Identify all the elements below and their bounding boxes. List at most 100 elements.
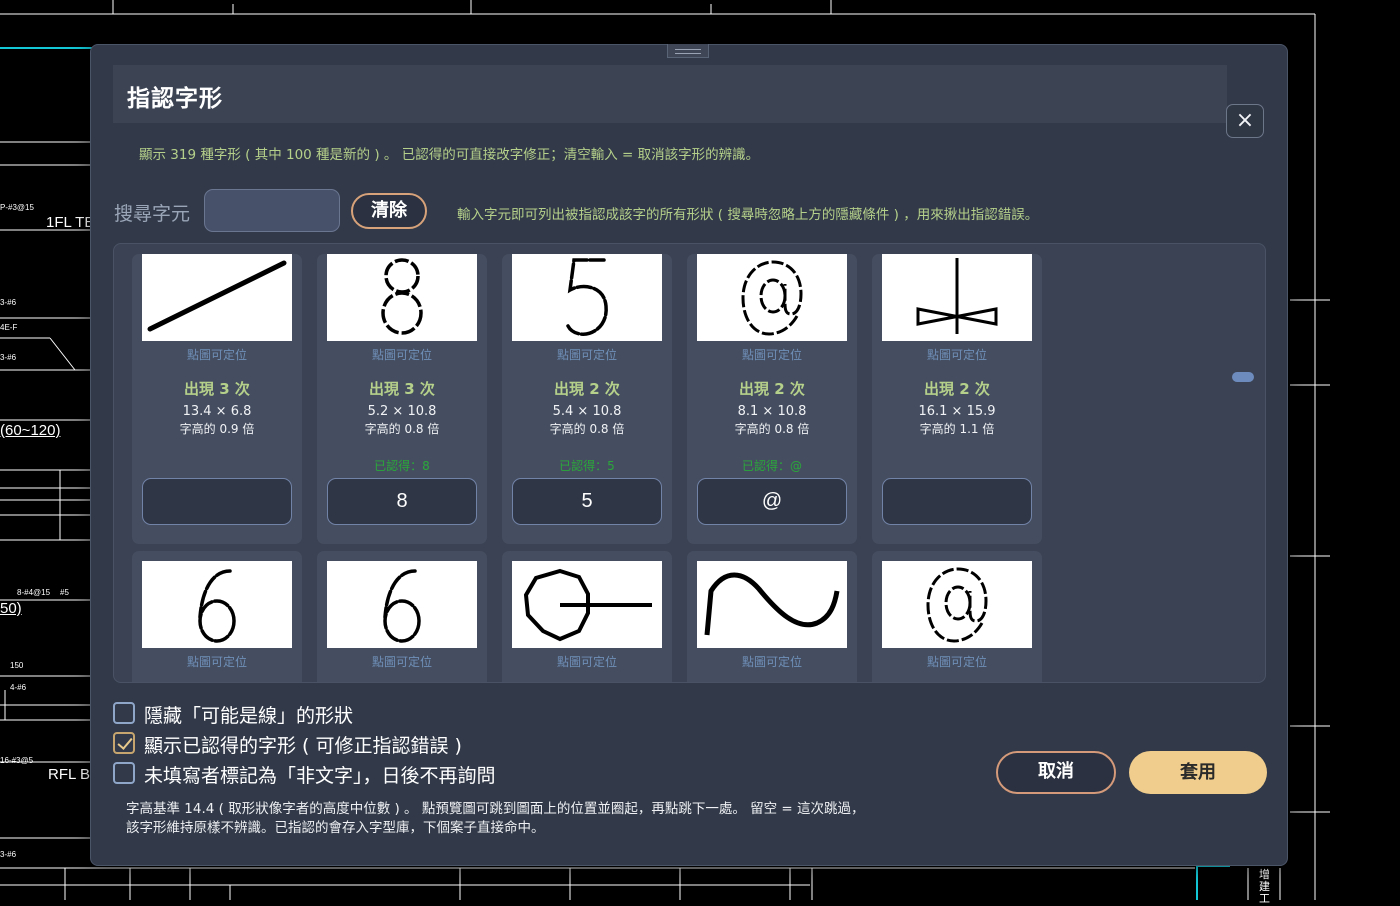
option-label: 隱藏「可能是線」的形狀 <box>144 705 354 727</box>
glyph-size: 13.4 × 6.8 <box>182 404 252 419</box>
glyph-size: 16.1 × 15.9 <box>918 404 996 419</box>
occurrence-count: 出現 2 次 <box>924 380 990 398</box>
glyph-card: 點圖可定位 出現 3 次 13.4 × 6.8 字高的 0.9 倍 <box>132 254 302 544</box>
glyph-preview[interactable] <box>327 561 477 648</box>
option-label: 顯示已認得的字形 ( 可修正指認錯誤 ) <box>144 735 462 757</box>
checkbox-checked[interactable] <box>113 732 135 754</box>
search-hint: 輸入字元即可列出被指認成該字的所有形狀 ( 搜尋時忽略上方的隱藏條件 ) ，用來… <box>457 207 1039 223</box>
footer-line: 該字形維持原樣不辨識。已指認的會存入字型庫，下個案子直接命中。 <box>126 820 545 836</box>
glyph-preview[interactable] <box>512 254 662 341</box>
valve-symbol-icon <box>916 258 998 334</box>
locate-hint: 點圖可定位 <box>556 655 617 669</box>
recognized-status: 已認得：@ <box>741 459 802 473</box>
drag-handle[interactable] <box>667 44 709 58</box>
cad-small-label: P-#3@15 <box>0 203 34 212</box>
glyph-preview[interactable] <box>142 254 292 341</box>
height-ratio: 字高的 1.1 倍 <box>919 422 995 436</box>
glyph-size: 5.4 × 10.8 <box>552 404 622 419</box>
locate-hint: 點圖可定位 <box>556 348 617 362</box>
cad-small-label: 3-#6 <box>0 298 17 307</box>
close-icon: × <box>1235 108 1255 133</box>
line-shape-icon <box>147 260 287 332</box>
glyph-card: 點圖可定位 <box>132 551 302 682</box>
locate-hint: 點圖可定位 <box>186 655 247 669</box>
glyph-card: 點圖可定位 出現 3 次 5.2 × 10.8 字高的 0.8 倍 已認得：8 <box>317 254 487 544</box>
locate-hint: 點圖可定位 <box>741 655 802 669</box>
footer-notes: 字高基準 14.4 ( 取形狀像字者的高度中位數 ) 。 點預覽圖可跳到圖面上的… <box>126 800 865 838</box>
glyph-card: 點圖可定位 <box>317 551 487 682</box>
recognized-status: 已認得：8 <box>374 459 430 473</box>
glyph-preview[interactable] <box>882 254 1032 341</box>
option-label: 未填寫者標記為「非文字」，日後不再詢問 <box>144 765 496 787</box>
glyph-size: 5.2 × 10.8 <box>367 404 437 419</box>
close-button[interactable]: × <box>1226 104 1264 138</box>
height-ratio: 字高的 0.8 倍 <box>549 422 625 436</box>
cad-small-label: 4-#6 <box>10 683 27 692</box>
occurrence-count: 出現 2 次 <box>554 380 620 398</box>
occurrence-count: 出現 2 次 <box>739 380 805 398</box>
clear-button[interactable]: 清除 <box>351 193 427 229</box>
glyph-char-input[interactable] <box>327 478 477 525</box>
locate-hint: 點圖可定位 <box>186 348 247 362</box>
footer-line: 字高基準 14.4 ( 取形狀像字者的高度中位數 ) 。 點預覽圖可跳到圖面上的… <box>126 801 865 817</box>
scrollbar-thumb[interactable] <box>1232 372 1254 382</box>
glyph-char-input[interactable] <box>697 478 847 525</box>
cad-label-150: 150 <box>10 661 24 670</box>
glyph-card: 點圖可定位 出現 2 次 16.1 × 15.9 字高的 1.1 倍 <box>872 254 1042 544</box>
search-char-input[interactable] <box>204 189 340 232</box>
glyph-char-input[interactable] <box>882 478 1032 525</box>
cad-small-label: 3-#6 <box>0 850 17 859</box>
cancel-button[interactable]: 取消 <box>996 751 1116 794</box>
recognized-status: 已認得：5 <box>559 459 615 473</box>
title-bar: 指認字形 <box>113 65 1227 123</box>
cad-small-label: #5 <box>60 588 69 597</box>
cad-small-label: 4E-F <box>0 323 18 332</box>
glyph-grid: 點圖可定位 出現 3 次 13.4 × 6.8 字高的 0.9 倍 點圖可定位 … <box>113 243 1266 683</box>
occurrence-count: 出現 3 次 <box>184 380 250 398</box>
glyph-preview[interactable] <box>882 561 1032 648</box>
locate-hint: 點圖可定位 <box>371 348 432 362</box>
glyph-identification-dialog: 指認字形 × 顯示 319 種字形 ( 其中 100 種是新的 ) 。 已認得的… <box>90 44 1288 866</box>
wave-shape-icon <box>704 572 840 636</box>
summary-text: 顯示 319 種字形 ( 其中 100 種是新的 ) 。 已認得的可直接改字修正… <box>139 147 760 163</box>
cad-label-50: 50) <box>0 600 22 617</box>
cad-label-1fl: 1FL TE <box>46 214 95 231</box>
cad-label-gong: 工 <box>1259 893 1270 905</box>
height-ratio: 字高的 0.8 倍 <box>364 422 440 436</box>
checkbox[interactable] <box>113 762 135 784</box>
glyph-card: 點圖可定位 <box>872 551 1042 682</box>
digit-six-icon <box>198 569 236 643</box>
locate-hint: 點圖可定位 <box>926 655 987 669</box>
digit-five-icon <box>566 258 608 336</box>
glyph-size: 8.1 × 10.8 <box>737 404 807 419</box>
dialog-title: 指認字形 <box>127 86 223 112</box>
glyph-preview[interactable] <box>327 254 477 341</box>
checkbox[interactable] <box>113 702 135 724</box>
digit-six-icon <box>383 569 421 643</box>
locate-hint: 點圖可定位 <box>926 348 987 362</box>
height-ratio: 字高的 0.9 倍 <box>179 422 255 436</box>
at-sign-icon <box>741 260 803 336</box>
cad-small-label: 3-#6 <box>0 353 17 362</box>
glyph-preview[interactable] <box>512 561 662 648</box>
glyph-preview[interactable] <box>697 561 847 648</box>
locate-hint: 點圖可定位 <box>371 655 432 669</box>
occurrence-count: 出現 3 次 <box>369 380 435 398</box>
search-label: 搜尋字元 <box>114 203 191 225</box>
glyph-char-input[interactable] <box>142 478 292 525</box>
height-ratio: 字高的 0.8 倍 <box>734 422 810 436</box>
cad-small-label: 16-#3@5 <box>0 756 34 765</box>
glyph-card: 點圖可定位 <box>687 551 857 682</box>
glyph-card: 點圖可定位 <box>502 551 672 682</box>
glyph-card: 點圖可定位 出現 2 次 8.1 × 10.8 字高的 0.8 倍 已認得：@ <box>687 254 857 544</box>
digit-eight-icon <box>381 258 423 335</box>
glyph-preview[interactable] <box>697 254 847 341</box>
cad-label-rfl: RFL B <box>48 766 90 783</box>
locate-hint: 點圖可定位 <box>741 348 802 362</box>
at-sign-icon <box>926 567 988 643</box>
circle-line-icon <box>523 568 652 642</box>
apply-button[interactable]: 套用 <box>1129 751 1267 794</box>
glyph-card: 點圖可定位 出現 2 次 5.4 × 10.8 字高的 0.8 倍 已認得：5 <box>502 254 672 544</box>
glyph-preview[interactable] <box>142 561 292 648</box>
glyph-char-input[interactable] <box>512 478 662 525</box>
